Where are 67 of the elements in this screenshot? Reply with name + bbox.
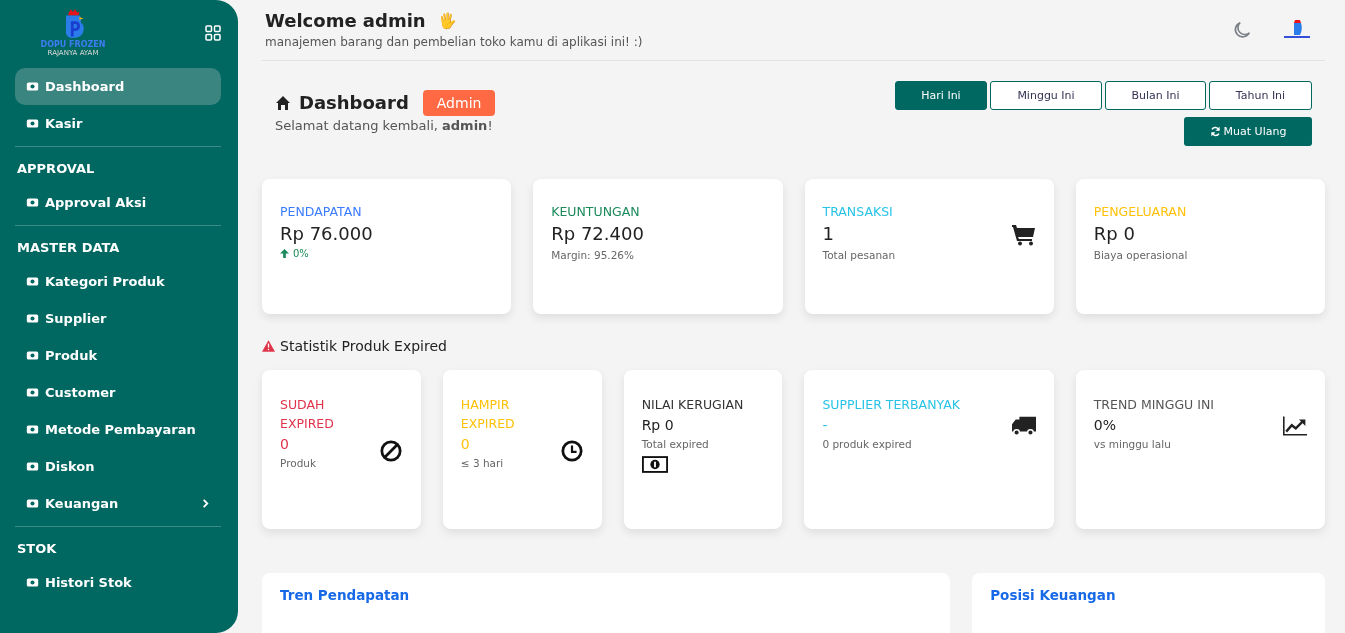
waving-hand-emoji: 🖐 <box>437 11 457 30</box>
stat-value: Rp 0 <box>1093 223 1136 244</box>
stat-value: 0 <box>280 436 290 452</box>
refresh-icon <box>1209 125 1221 137</box>
logo-wordmark: DOPU FROZEN <box>40 40 106 49</box>
stat-value: 0% <box>1093 417 1117 433</box>
stat-label: SUDAH EXPIRED <box>280 396 335 433</box>
role-badge: Admin <box>422 89 496 116</box>
stat-label: HAMPIR EXPIRED <box>460 396 516 433</box>
welcome-title: Welcome admin <box>265 10 426 32</box>
truck-icon <box>1011 415 1036 437</box>
menu-section-title: STOK <box>16 540 58 558</box>
panel-title: Posisi Keuangan <box>990 587 1116 603</box>
grid-icon[interactable] <box>205 25 221 41</box>
stat-note: Margin: 95.26% <box>551 249 636 261</box>
stat-note: vs minggu lalu <box>1093 438 1172 450</box>
stat-note: ≤ 3 hari <box>460 457 505 469</box>
page-title: Dashboard <box>299 92 409 114</box>
stat-value: Rp 72.400 <box>551 223 644 244</box>
welcome-subtitle: manajemen barang dan pembelian toko kamu di aplikasi ini! :) <box>265 35 643 50</box>
greeting-text: Selamat datang kembali, admin! <box>275 117 494 133</box>
stat-note: Biaya operasional <box>1093 249 1188 261</box>
panel-title: Tren Pendapatan <box>280 587 410 603</box>
stat-label: KEUNTUNGAN <box>551 204 641 219</box>
stat-value: 1 <box>822 223 835 244</box>
stat-label: PENGELUARAN <box>1093 204 1188 219</box>
sidebar-item[interactable]: Supplier <box>15 300 221 337</box>
arrow-up-icon <box>280 249 289 258</box>
period-tab[interactable]: Minggu Ini <box>990 80 1102 110</box>
reload-button[interactable]: Muat Ulang <box>1184 116 1312 146</box>
prohibited-icon <box>378 440 403 462</box>
stat-value: - <box>822 417 829 433</box>
sidebar-item[interactable]: Metode Pembayaran <box>15 411 221 448</box>
stat-label: TRANSAKSI <box>822 204 894 219</box>
sidebar-item[interactable]: Produk <box>15 337 221 374</box>
period-tab[interactable]: Bulan Ini <box>1105 80 1206 110</box>
period-tab[interactable]: Tahun Ini <box>1209 80 1312 110</box>
sidebar-item[interactable]: Approval Aksi <box>15 184 221 221</box>
stat-note: Total expired <box>641 438 710 450</box>
home-icon <box>275 94 291 111</box>
sidebar-item[interactable]: Diskon <box>15 448 221 485</box>
sidebar-item[interactable]: Kasir <box>15 105 221 142</box>
trend-text: 0% <box>293 248 309 259</box>
cart-icon <box>1011 224 1036 246</box>
clock-icon <box>559 440 584 462</box>
stat-note: Total pesanan <box>822 249 896 261</box>
stat-value: Rp 0 <box>641 417 675 433</box>
stat-label: TREND MINGGU INI <box>1093 396 1214 414</box>
menu-section-title: MASTER DATA <box>16 239 121 257</box>
sidebar-item[interactable]: Kategori Produk <box>15 263 221 300</box>
stat-value: 0 <box>460 436 471 452</box>
section-title: Statistik Produk Expired <box>280 338 447 354</box>
sidebar-item[interactable]: Customer <box>15 374 221 411</box>
sidebar-item[interactable]: Dashboard <box>15 68 221 105</box>
stat-label: NILAI KERUGIAN <box>641 396 744 414</box>
stat-note: 0 produk expired <box>822 438 913 450</box>
sidebar-item[interactable]: Histori Stok <box>15 564 221 601</box>
stat-note: Produk <box>280 457 318 469</box>
menu-section-title: APPROVAL <box>16 160 96 178</box>
period-tab[interactable]: Hari Ini <box>895 80 987 110</box>
stat-label: PENDAPATAN <box>280 204 363 219</box>
sidebar-item[interactable]: Keuangan <box>15 485 221 522</box>
banknote-icon <box>641 456 668 473</box>
line-chart-icon <box>1283 415 1307 437</box>
warning-icon <box>262 340 275 352</box>
stat-label: SUPPLIER TERBANYAK <box>822 396 960 414</box>
stat-value: Rp 76.000 <box>280 223 373 244</box>
